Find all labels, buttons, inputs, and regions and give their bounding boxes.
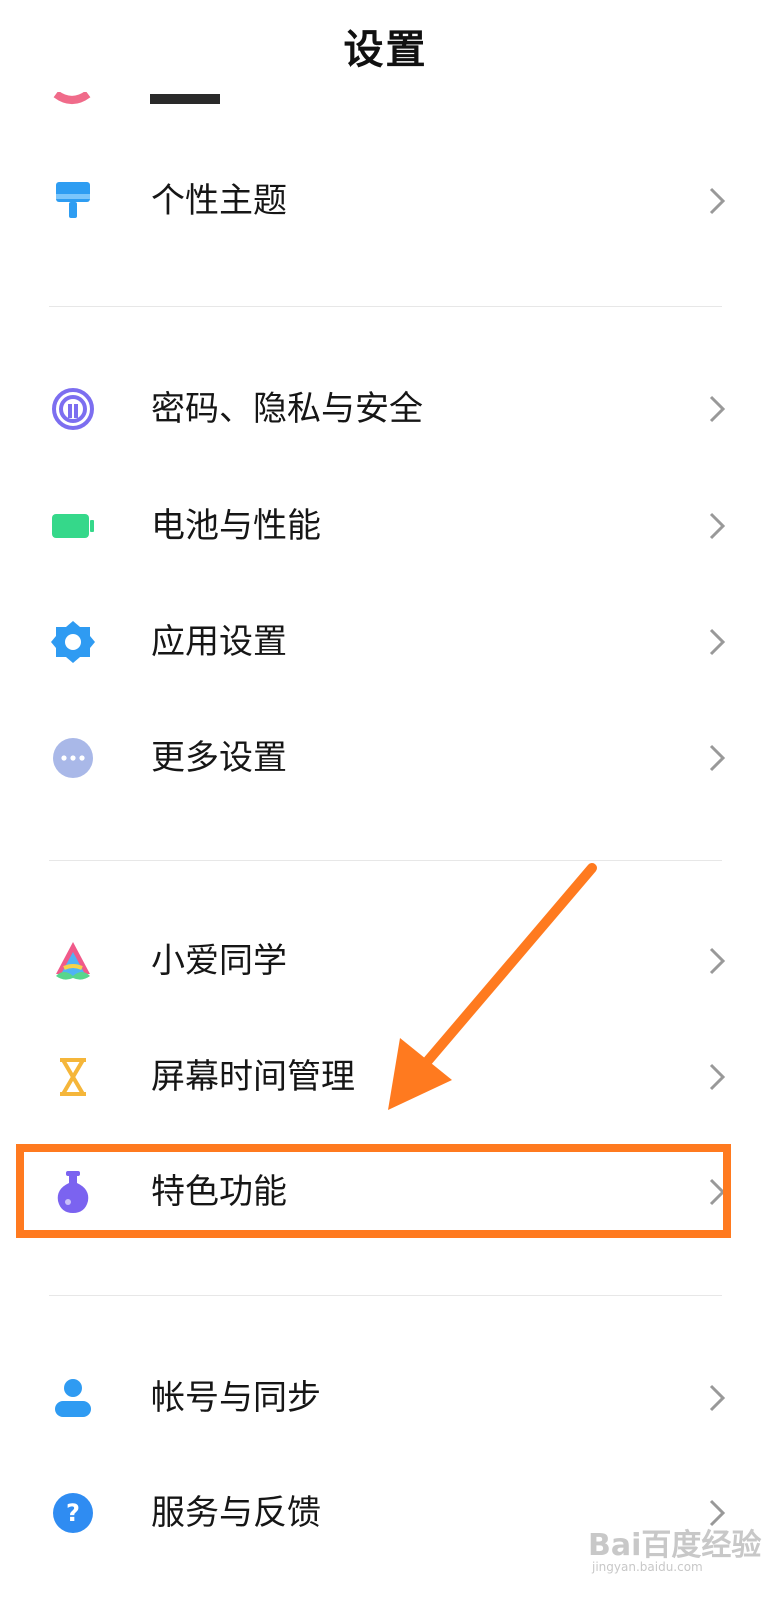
settings-item-app-settings[interactable]: 应用设置 <box>0 587 771 697</box>
page-title: 设置 <box>343 27 428 73</box>
watermark-logo-text: Bai百度经验 <box>588 1528 762 1563</box>
top-bar: 设置 <box>0 0 771 92</box>
chevron-right-icon <box>709 1063 726 1091</box>
help-icon: ? <box>50 1490 96 1536</box>
settings-item-label: 密码、隐私与安全 <box>151 389 423 429</box>
battery-icon <box>50 503 96 549</box>
section-divider <box>49 1295 722 1296</box>
chevron-right-icon <box>709 1384 726 1412</box>
chevron-right-icon <box>709 512 726 540</box>
settings-item-label: 个性主题 <box>151 181 287 221</box>
settings-item-account-sync[interactable]: 帐号与同步 <box>0 1343 771 1453</box>
section-divider <box>49 306 722 307</box>
gear-icon <box>50 619 96 665</box>
settings-item-xiaoai[interactable]: 小爱同学 <box>0 906 771 1016</box>
chevron-right-icon <box>709 395 726 423</box>
settings-item-label: 特色功能 <box>151 1172 287 1212</box>
paint-roller-icon <box>50 178 96 224</box>
settings-item-label: 小爱同学 <box>151 941 287 981</box>
baidu-watermark: Bai百度经验 jingyan.baidu.com <box>588 1520 768 1580</box>
account-icon <box>50 1375 96 1421</box>
settings-item-battery[interactable]: 电池与性能 <box>0 471 771 581</box>
flask-icon <box>50 1169 96 1215</box>
settings-item-theme[interactable]: 个性主题 <box>0 146 771 256</box>
settings-item-special-features[interactable]: 特色功能 <box>0 1137 771 1247</box>
chevron-right-icon <box>709 947 726 975</box>
settings-item-label: 屏幕时间管理 <box>151 1057 355 1097</box>
chevron-right-icon <box>709 1178 726 1206</box>
chevron-right-icon <box>709 187 726 215</box>
settings-item-privacy[interactable]: 密码、隐私与安全 <box>0 354 771 464</box>
settings-item-label: 电池与性能 <box>151 506 321 546</box>
svg-text:?: ? <box>66 1499 80 1527</box>
settings-item-label: 更多设置 <box>151 738 287 778</box>
hourglass-icon <box>50 1054 96 1100</box>
chevron-right-icon <box>709 628 726 656</box>
xiaoai-icon <box>50 938 96 984</box>
settings-item-label: 帐号与同步 <box>151 1378 321 1418</box>
settings-item-label: 服务与反馈 <box>151 1493 321 1533</box>
settings-item-label: 应用设置 <box>151 622 287 662</box>
fingerprint-icon <box>50 386 96 432</box>
chevron-right-icon <box>709 744 726 772</box>
settings-item-screen-time[interactable]: 屏幕时间管理 <box>0 1022 771 1132</box>
settings-item-more[interactable]: 更多设置 <box>0 703 771 813</box>
watermark-url: jingyan.baidu.com <box>592 1560 703 1574</box>
more-dots-icon <box>50 735 96 781</box>
section-divider <box>49 860 722 861</box>
